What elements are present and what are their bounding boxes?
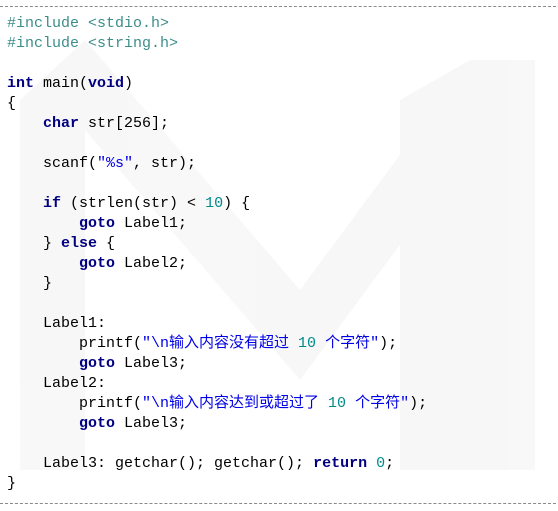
code-token: Label3; — [115, 355, 188, 372]
string-token: 个字符" — [346, 395, 410, 412]
number-token: 10 — [298, 335, 317, 352]
code-line: ​ — [7, 174, 427, 194]
keyword-token: char — [43, 115, 80, 132]
code-token: ); — [409, 395, 428, 412]
keyword-token: goto — [79, 215, 116, 232]
code-token: Label2; — [115, 255, 188, 272]
preprocessor-token: #include <stdio.h> — [7, 15, 170, 32]
code-line: goto Label3; — [7, 414, 427, 434]
code-token: ) { — [223, 195, 251, 212]
code-line: ​ — [7, 294, 427, 314]
number-token: 0 — [376, 455, 386, 472]
code-line: ​ — [7, 134, 427, 154]
code-token: ) — [124, 75, 134, 92]
keyword-token: void — [88, 75, 125, 92]
bottom-dashed-rule — [0, 503, 556, 504]
code-token: } — [7, 275, 53, 292]
code-line: scanf("%s", str); — [7, 154, 427, 174]
string-token: "\n输入内容达到或超过了 — [142, 395, 329, 412]
number-token: 10 — [328, 395, 347, 412]
code-block: #include <stdio.h>#include <string.h>​in… — [0, 0, 558, 511]
code-line: int main(void) — [7, 74, 427, 94]
preprocessor-token: #include <string.h> — [7, 35, 179, 52]
code-line: Label1: — [7, 314, 427, 334]
code-token: { — [97, 235, 116, 252]
code-line: goto Label2; — [7, 254, 427, 274]
code-token: Label3; — [115, 415, 188, 432]
keyword-token: goto — [79, 355, 116, 372]
code-token: main( — [34, 75, 89, 92]
keyword-token: goto — [79, 255, 116, 272]
keyword-token: return — [313, 455, 368, 472]
code-token: scanf( — [7, 155, 98, 172]
code-line: char str[256]; — [7, 114, 427, 134]
code-text: #include <stdio.h>#include <string.h>​in… — [7, 14, 427, 494]
code-token: } — [7, 235, 62, 252]
code-line: #include <stdio.h> — [7, 14, 427, 34]
code-line: #include <string.h> — [7, 34, 427, 54]
keyword-token: if — [43, 195, 62, 212]
code-token: } — [7, 475, 17, 492]
code-line: { — [7, 94, 427, 114]
code-line: Label2: — [7, 374, 427, 394]
code-line: ​ — [7, 54, 427, 74]
code-token: printf( — [7, 335, 143, 352]
code-line: printf("\n输入内容达到或超过了 10 个字符"); — [7, 394, 427, 414]
code-line: } — [7, 274, 427, 294]
code-token: , str); — [133, 155, 197, 172]
code-line: } — [7, 474, 427, 494]
code-token: Label1; — [115, 215, 188, 232]
keyword-token: goto — [79, 415, 116, 432]
string-token: "%s" — [97, 155, 134, 172]
string-token: 个字符" — [316, 335, 380, 352]
code-token: ); — [379, 335, 398, 352]
code-line: Label3: getchar(); getchar(); return 0; — [7, 454, 427, 474]
code-line: printf("\n输入内容没有超过 10 个字符"); — [7, 334, 427, 354]
code-token: (strlen(str) < — [61, 195, 206, 212]
code-token: { — [7, 95, 17, 112]
code-token: str[256]; — [79, 115, 170, 132]
code-line: goto Label1; — [7, 214, 427, 234]
string-token: "\n输入内容没有超过 — [142, 335, 299, 352]
code-token: Label1: — [7, 315, 107, 332]
keyword-token: int — [7, 75, 35, 92]
number-token: 10 — [205, 195, 224, 212]
keyword-token: else — [61, 235, 98, 252]
top-dashed-rule — [0, 6, 556, 7]
code-line: goto Label3; — [7, 354, 427, 374]
code-line: ​ — [7, 434, 427, 454]
code-token: printf( — [7, 395, 143, 412]
code-token: Label2: — [7, 375, 107, 392]
code-token: ; — [385, 455, 395, 472]
code-token: Label3: getchar(); getchar(); — [7, 455, 314, 472]
code-line: } else { — [7, 234, 427, 254]
code-line: if (strlen(str) < 10) { — [7, 194, 427, 214]
